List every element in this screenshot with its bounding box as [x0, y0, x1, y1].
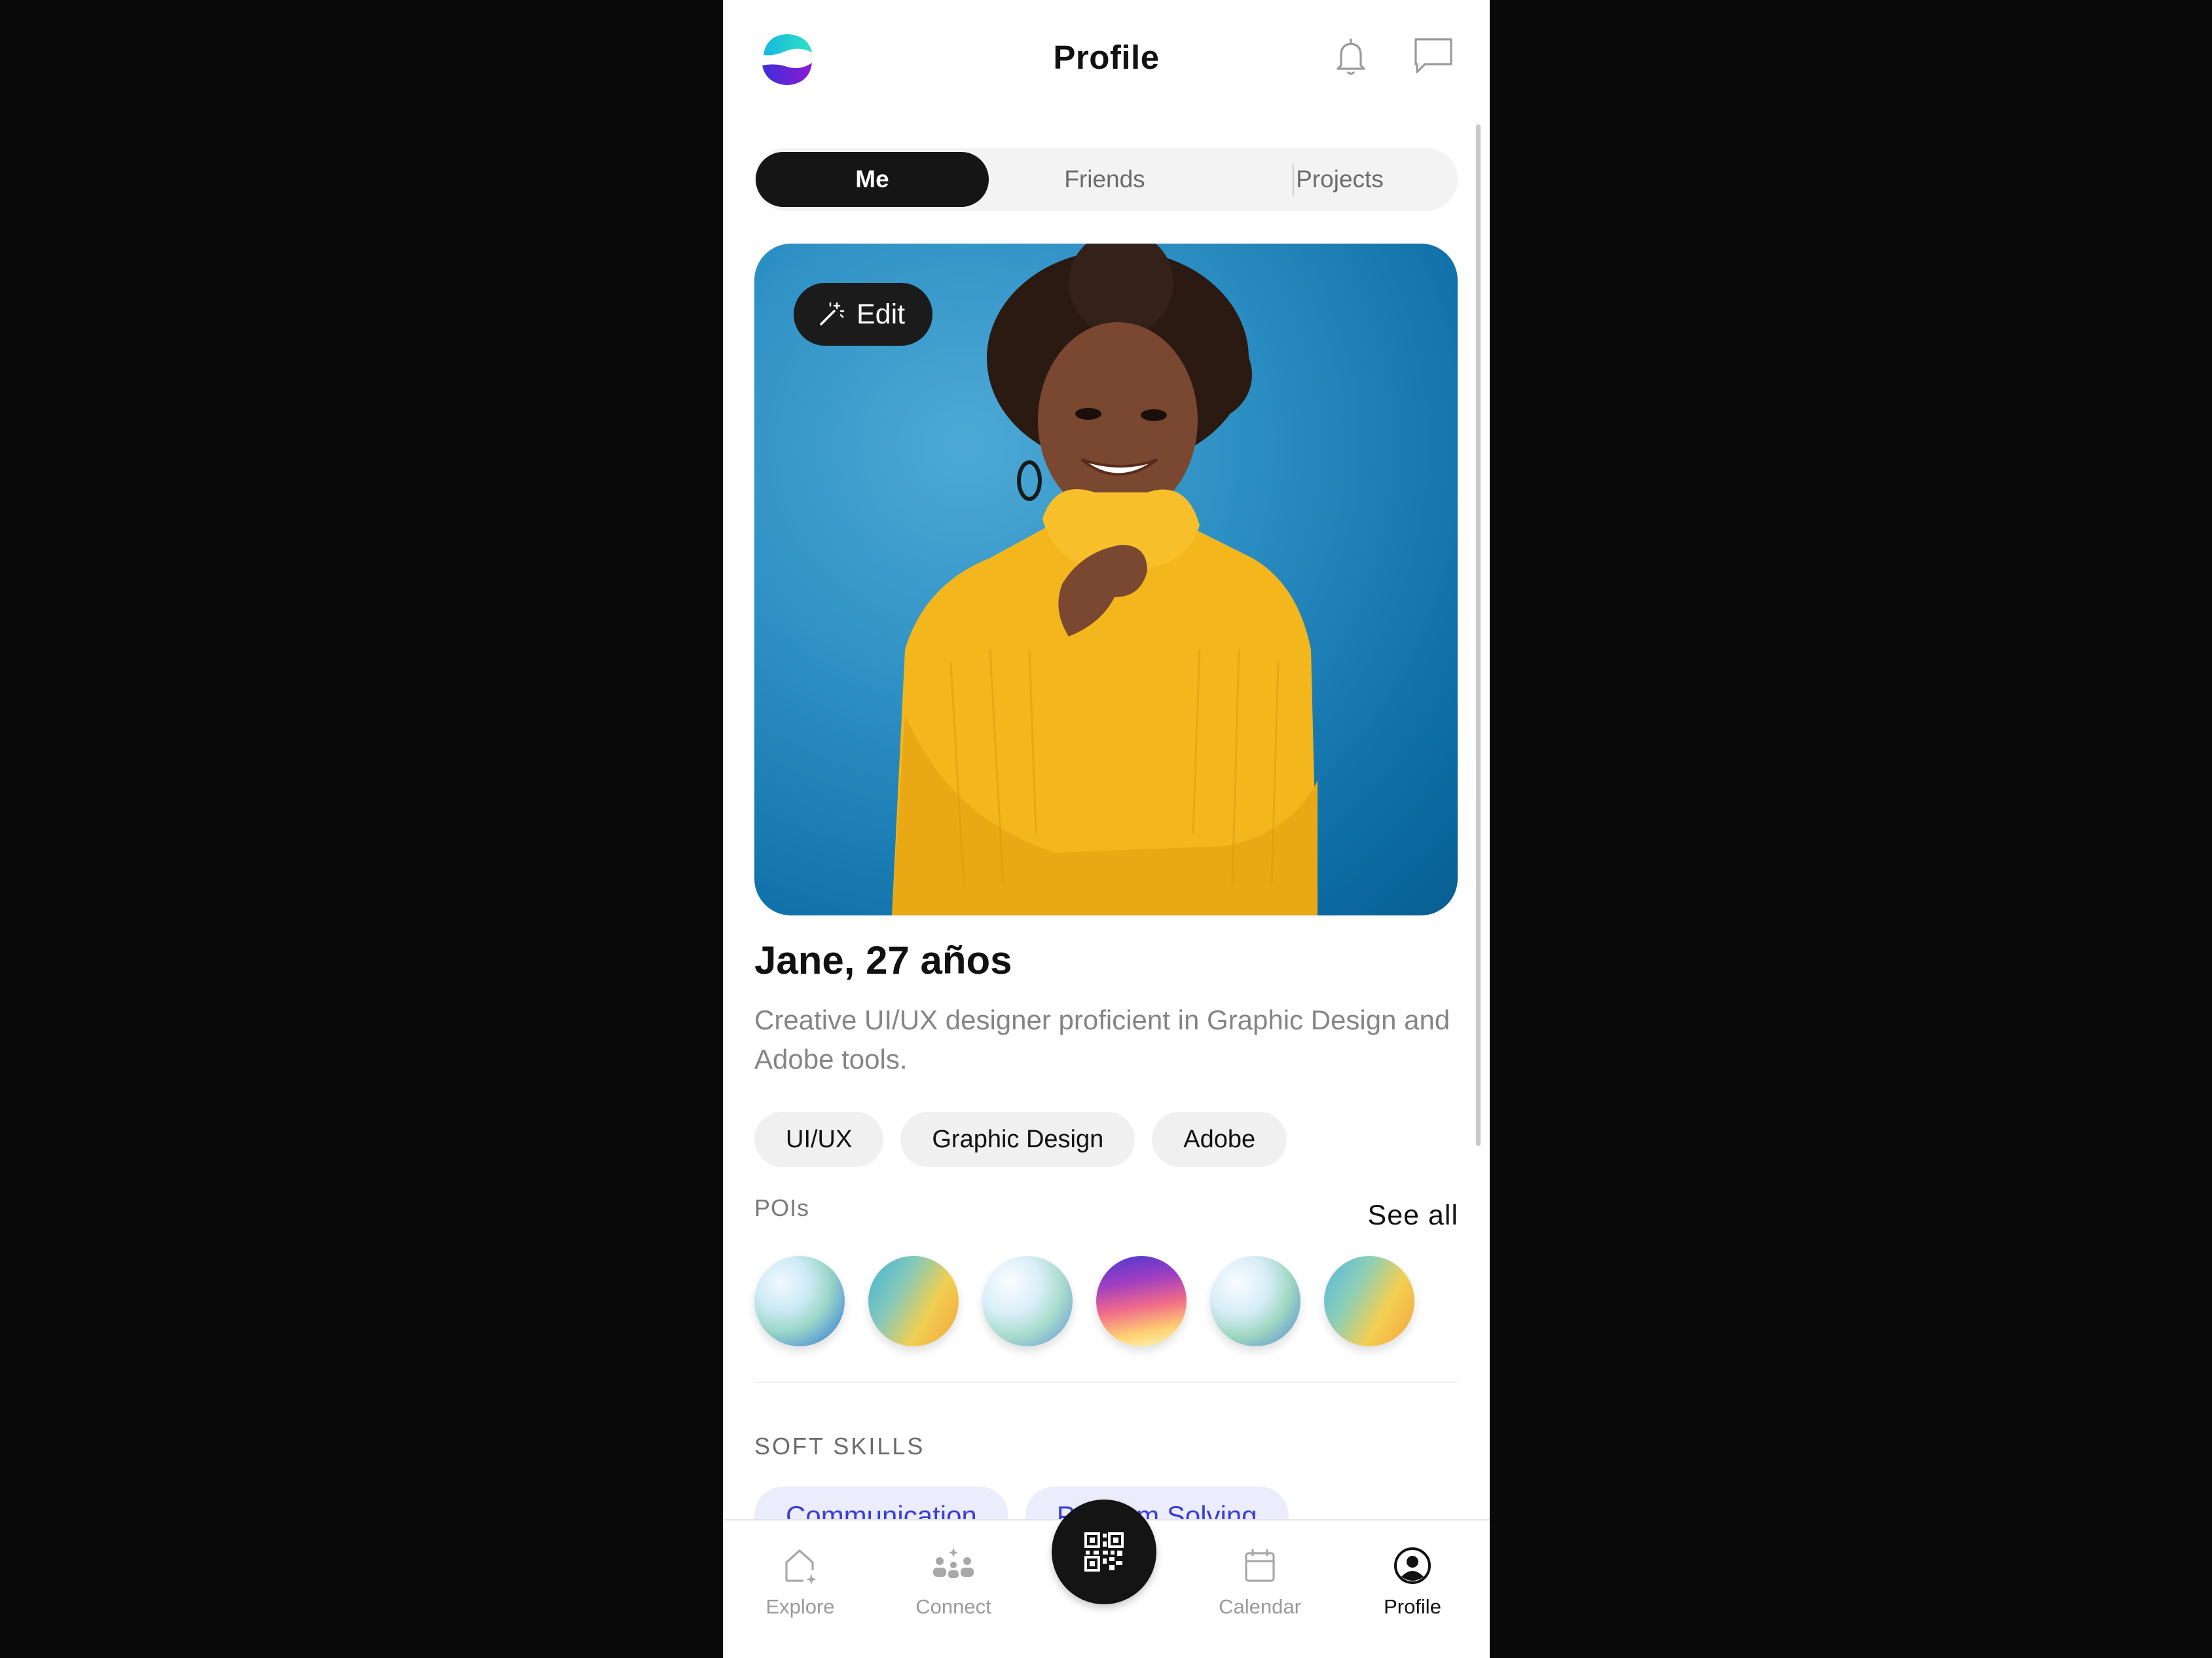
skill-chip[interactable]: Adobe [1152, 1112, 1287, 1167]
page-title: Profile [1053, 39, 1160, 76]
nav-connect[interactable]: Connect [888, 1520, 1019, 1658]
qr-scan-button[interactable] [1052, 1500, 1156, 1604]
nav-label: Connect [915, 1595, 991, 1618]
nav-label: Profile [1384, 1595, 1441, 1618]
poi-list [754, 1256, 1414, 1346]
tab-me[interactable]: Me [756, 152, 989, 207]
bell-icon[interactable] [1328, 34, 1374, 80]
poi-avatar[interactable] [1096, 1256, 1187, 1346]
section-divider [754, 1382, 1458, 1383]
explore-icon [785, 1549, 817, 1585]
nav-label: Explore [765, 1595, 835, 1618]
scrollbar[interactable] [1476, 124, 1481, 1146]
skill-chip[interactable]: UI/UX [754, 1112, 884, 1167]
skill-chip[interactable]: Graphic Design [900, 1112, 1135, 1167]
poi-avatar[interactable] [754, 1256, 845, 1346]
nav-explore[interactable]: Explore [735, 1520, 866, 1658]
soft-skills-heading: SOFT SKILLS [754, 1433, 925, 1460]
edit-label: Edit [857, 298, 906, 330]
poi-avatar[interactable] [1324, 1256, 1414, 1346]
profile-tabs: Me Friends Projects [754, 148, 1458, 211]
chat-icon[interactable] [1410, 34, 1456, 80]
tab-friends[interactable]: Friends [988, 152, 1221, 207]
phone-screen: Profile Me Friends Projects Edit Jane, 2… [723, 0, 1490, 1658]
poi-avatar[interactable] [982, 1256, 1073, 1346]
tab-projects[interactable]: Projects [1223, 152, 1456, 207]
pois-heading: POIs [754, 1194, 810, 1221]
calendar-icon [1245, 1549, 1275, 1582]
nav-label: Calendar [1219, 1595, 1301, 1618]
qr-code-icon [1084, 1532, 1124, 1572]
nav-calendar[interactable]: Calendar [1194, 1520, 1325, 1658]
profile-name: Jane, 27 años [754, 938, 1012, 982]
nav-profile[interactable]: Profile [1347, 1520, 1478, 1658]
poi-avatar[interactable] [1210, 1256, 1300, 1346]
poi-avatar[interactable] [868, 1256, 959, 1346]
app-header: Profile [723, 0, 1490, 118]
profile-icon [1394, 1547, 1431, 1584]
magic-wand-icon [820, 302, 845, 325]
profile-bio: Creative UI/UX designer proficient in Gr… [754, 1004, 1450, 1075]
skill-chips: UI/UX Graphic Design Adobe [754, 1112, 1287, 1167]
connect-icon [933, 1548, 974, 1578]
see-all-link[interactable]: See all [1368, 1200, 1458, 1232]
edit-profile-button[interactable]: Edit [794, 283, 932, 346]
profile-photo: Edit [754, 244, 1458, 915]
